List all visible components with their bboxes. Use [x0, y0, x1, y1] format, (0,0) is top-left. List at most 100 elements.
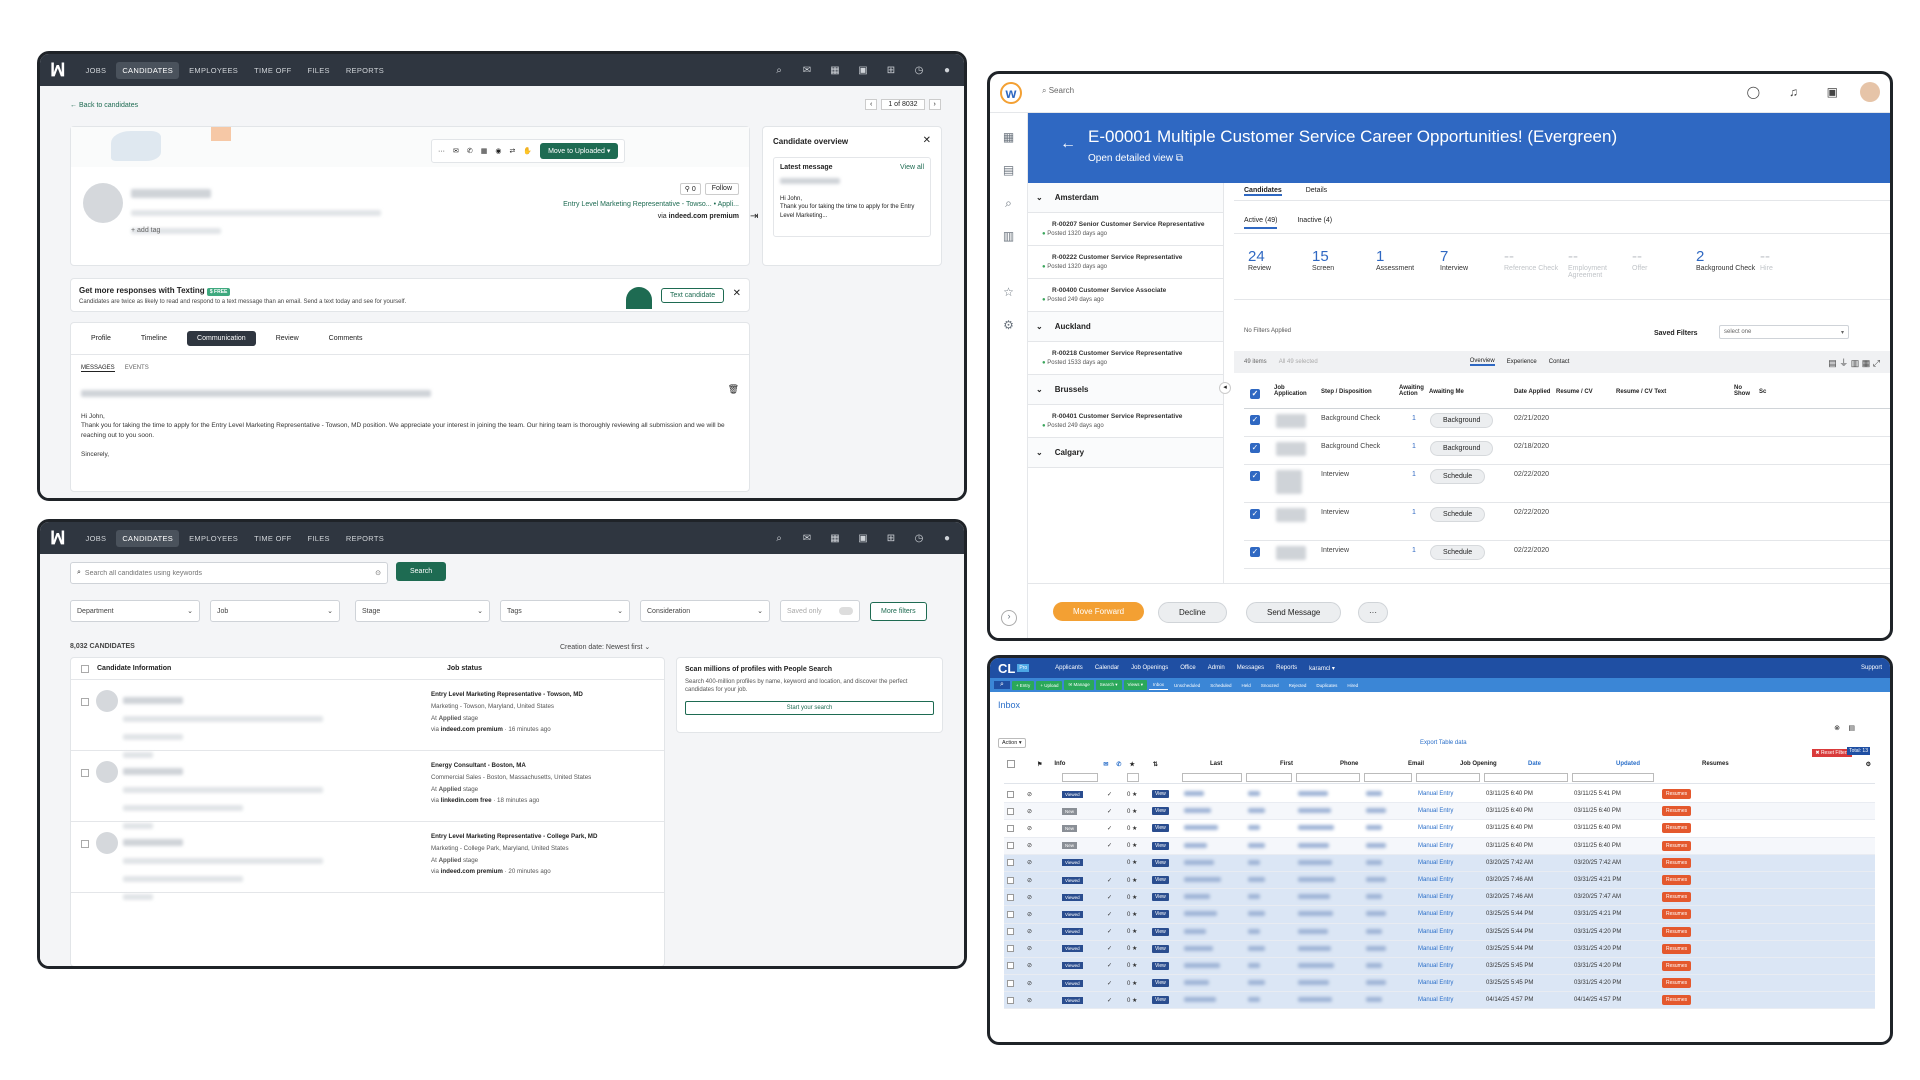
stage-counter[interactable]: -- Hire [1756, 248, 1820, 299]
edit-icon[interactable]: ⊘ [1027, 808, 1032, 815]
action-button[interactable]: Schedule [1430, 545, 1486, 560]
row-checkbox[interactable] [1007, 893, 1014, 901]
stage-counter[interactable]: 2 Background Check [1692, 248, 1756, 299]
bell-icon[interactable]: ♫ [1789, 85, 1798, 99]
resumes-button[interactable]: Resumes [1662, 995, 1692, 1006]
prev-arrow-icon[interactable]: ‹ [865, 99, 878, 110]
table-row[interactable]: ⊘ Viewed ✓ 0 ★ View Manual Entry 03/25/25 5:45… [1004, 957, 1875, 976]
subtab[interactable]: Held [1238, 681, 1255, 690]
clear-icon[interactable]: ⊙ [375, 569, 381, 577]
document-icon[interactable]: ▤ [1001, 163, 1017, 179]
row-checkbox[interactable]: ✓ [1250, 443, 1260, 453]
row-checkbox[interactable] [1007, 962, 1014, 970]
edit-icon[interactable]: ⊘ [1027, 980, 1032, 987]
cl-logo[interactable]: CL [998, 661, 1015, 676]
collapse-panel-icon[interactable]: ⇥ [750, 211, 758, 222]
nav-reports[interactable]: REPORTS [340, 530, 390, 547]
stage-counter[interactable]: 1 Assessment [1372, 248, 1436, 299]
clock-icon[interactable]: ◷ [912, 63, 926, 77]
tab-inactive[interactable]: Inactive (4) [1297, 217, 1332, 229]
sms-icon[interactable]: ✆ [467, 147, 473, 155]
edit-icon[interactable]: ⊘ [1027, 859, 1032, 866]
workable-logo-icon[interactable]: ꟽ [50, 60, 66, 81]
job-title[interactable]: Entry Level Marketing Representative - C… [431, 831, 597, 843]
edit-icon[interactable]: ⊘ [1027, 825, 1032, 832]
nav-time-off[interactable]: TIME OFF [248, 530, 297, 547]
consideration-filter[interactable]: Consideration ⌄ [640, 600, 770, 622]
job-filter-input[interactable] [1416, 773, 1480, 782]
search-icon[interactable]: ⌕ [1001, 196, 1017, 212]
requisition-item[interactable]: R-00222 Customer Service Representative ●… [1028, 246, 1223, 279]
resumes-button[interactable]: Resumes [1662, 840, 1692, 851]
nav-candidates[interactable]: CANDIDATES [116, 529, 180, 547]
more-icon[interactable]: ··· [438, 148, 445, 155]
menu-messages[interactable]: Messages [1231, 665, 1270, 671]
info-filter-input[interactable] [1062, 773, 1098, 782]
sort-dropdown[interactable]: Creation date: Newest first ⌄ [560, 643, 650, 651]
requisition-item[interactable]: R-00207 Senior Customer Service Represen… [1028, 213, 1223, 246]
view-overview[interactable]: Overview [1469, 358, 1495, 366]
requisition-item[interactable]: R-00401 Customer Service Representative ●… [1028, 405, 1223, 438]
menu-office[interactable]: Office [1174, 665, 1202, 671]
star-icon[interactable]: ☆ [1001, 285, 1017, 301]
table-row[interactable]: ⊘ Viewed ✓ 0 ★ View Manual Entry 03/11/25 6:40… [1004, 786, 1875, 804]
email-filter-input[interactable] [1364, 773, 1412, 782]
candidate-row[interactable]: Entry Level Marketing Representative - T… [71, 680, 664, 758]
close-icon[interactable]: ✕ [923, 135, 931, 146]
action-dropdown[interactable]: Action ▾ [998, 738, 1026, 748]
row-checkbox[interactable] [1007, 876, 1014, 884]
nav-time-off[interactable]: TIME OFF [248, 62, 297, 79]
requisition-item[interactable]: R-00400 Customer Service Associate ● Post… [1028, 279, 1223, 312]
search-icon[interactable]: ⌕ [994, 681, 1010, 689]
job-opening-link[interactable]: Manual Entry [1418, 929, 1453, 935]
image-icon[interactable]: ▣ [856, 531, 870, 545]
chart-icon[interactable]: ▥ [1001, 229, 1017, 245]
move-forward-button[interactable]: Move Forward [1053, 602, 1145, 621]
add-tag-link[interactable]: + add tag [131, 227, 160, 234]
star-filter-input[interactable] [1127, 773, 1139, 782]
edit-icon[interactable]: ⊘ [1027, 842, 1032, 849]
inbox-icon[interactable]: ▣ [1827, 85, 1838, 99]
job-opening-link[interactable]: Manual Entry [1418, 963, 1453, 969]
subtab[interactable]: Rejected [1285, 681, 1311, 690]
chat-icon[interactable]: ◯ [1747, 85, 1760, 99]
email-icon[interactable]: ✉ [453, 147, 459, 155]
view-experience[interactable]: Experience [1507, 359, 1537, 365]
nav-candidates[interactable]: CANDIDATES [116, 61, 180, 79]
action-button[interactable]: Background [1430, 441, 1494, 456]
job-opening-link[interactable]: Manual Entry [1418, 980, 1453, 986]
row-checkbox[interactable] [1007, 859, 1014, 867]
stage-counter[interactable]: 15 Screen [1308, 248, 1372, 299]
nav-files[interactable]: FILES [302, 62, 336, 79]
follow-button[interactable]: Follow [704, 183, 739, 195]
subtab[interactable]: Hired [1343, 681, 1362, 690]
subtab-messages[interactable]: MESSAGES [81, 365, 115, 372]
row-checkbox[interactable] [81, 769, 89, 777]
search-field[interactable]: ⌕ Search [1042, 86, 1074, 96]
menu-reports[interactable]: Reports [1270, 665, 1303, 671]
action-button[interactable]: Schedule [1430, 469, 1486, 484]
resumes-button[interactable]: Resumes [1662, 857, 1692, 868]
tab-communication[interactable]: Communication [187, 331, 256, 346]
view-button[interactable]: View [1152, 961, 1169, 970]
subtab[interactable]: Search ▾ [1095, 680, 1122, 690]
text-candidate-button[interactable]: Text candidate [661, 288, 725, 303]
resumes-button[interactable]: Resumes [1662, 875, 1692, 886]
view-button[interactable]: View [1152, 996, 1169, 1005]
table-row[interactable]: ⊘ Viewed ✓ 0 ★ View Manual Entry 03/25/25 5:44… [1004, 906, 1875, 924]
menu-user[interactable]: karamcl ▾ [1303, 665, 1341, 672]
candidate-row[interactable]: ✓ Interview 1 Schedule 02/22/2020 [1244, 503, 1890, 541]
job-title[interactable]: Energy Consultant - Boston, MA [431, 760, 591, 772]
row-checkbox[interactable] [1007, 945, 1014, 953]
stage-filter[interactable]: Stage ⌄ [355, 600, 490, 622]
edit-icon[interactable]: ⊘ [1027, 877, 1032, 884]
print-icon[interactable]: ▤ [1848, 724, 1855, 732]
resumes-button[interactable]: Resumes [1662, 926, 1692, 937]
tab-profile[interactable]: Profile [81, 331, 121, 346]
job-title[interactable]: Entry Level Marketing Representative - T… [431, 689, 583, 701]
subtab[interactable]: Scheduled [1206, 681, 1235, 690]
edit-icon[interactable]: ⊘ [1027, 962, 1032, 969]
saved-only-toggle[interactable]: Saved only [780, 600, 860, 622]
disqualify-icon[interactable]: ✋ [523, 147, 532, 155]
resumes-button[interactable]: Resumes [1662, 943, 1692, 954]
